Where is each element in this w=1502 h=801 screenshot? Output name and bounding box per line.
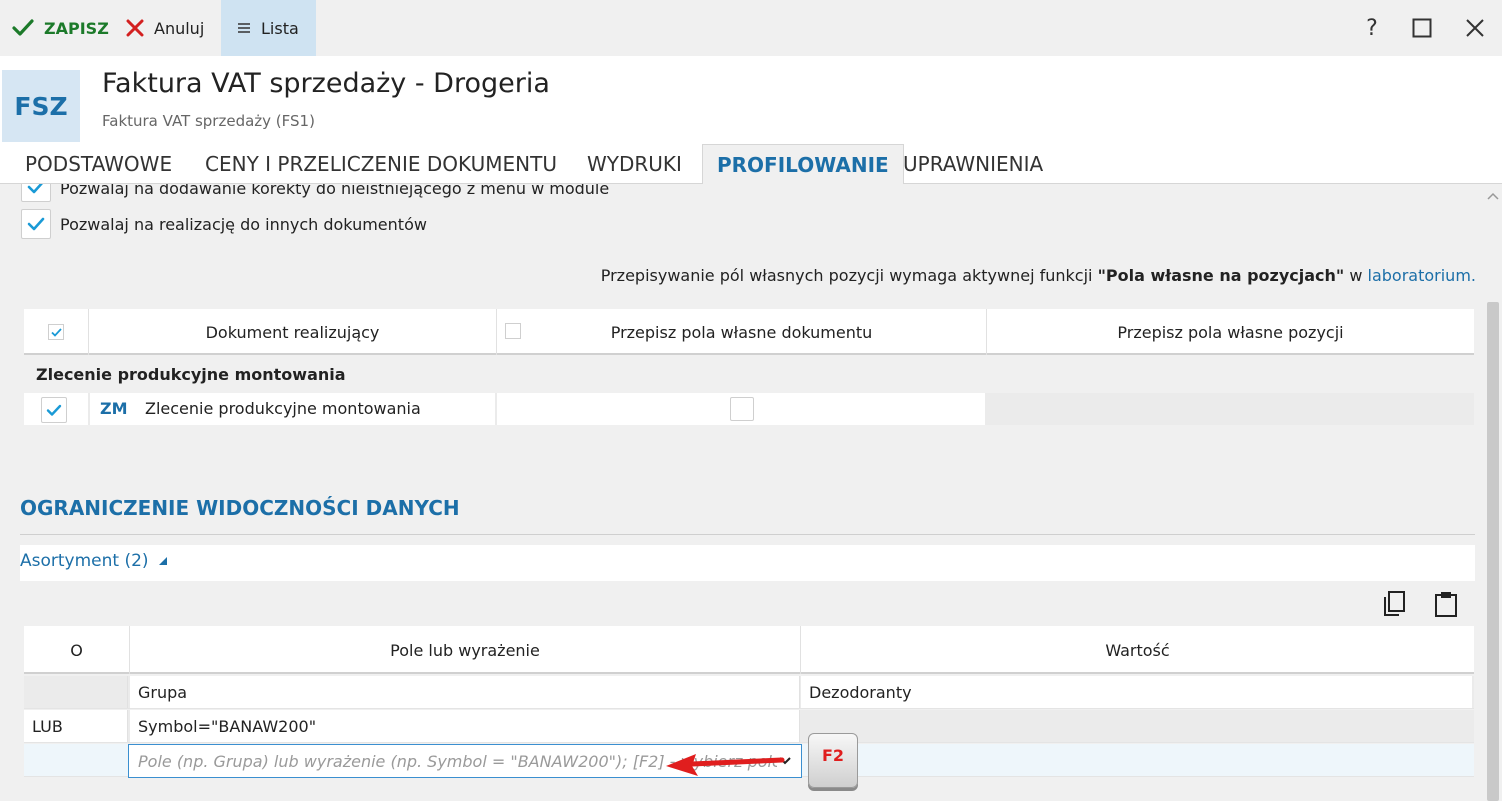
check-icon <box>50 327 62 337</box>
help-button[interactable]: ? <box>1358 14 1386 42</box>
select-all-cell <box>24 309 89 355</box>
option-label-correction: Pozwalaj na dodawanie korekty do nieistn… <box>60 184 610 198</box>
f2-key-label: F2 <box>821 746 845 765</box>
row-doc-fields-checkbox[interactable] <box>730 397 754 421</box>
list-label: Lista <box>261 18 299 38</box>
option-label-realization: Pozwalaj na realizację do innych dokumen… <box>60 215 427 234</box>
visibility-grid-header: O Pole lub wyrażenie Wartość <box>24 626 1474 674</box>
check-icon <box>46 404 62 416</box>
table-row[interactable]: LUB Symbol="BANAW200" <box>24 710 1474 743</box>
profilowanie-panel: Pozwalaj na dodawanie korekty do nieistn… <box>0 184 1484 801</box>
tab-profilowanie[interactable]: PROFILOWANIE <box>702 144 904 185</box>
column-header-field[interactable]: Pole lub wyrażenie <box>130 626 801 674</box>
tab-uprawnienia[interactable]: UPRAWNIENIA <box>903 144 1043 184</box>
copy-button[interactable] <box>1378 588 1410 620</box>
row-operator: LUB <box>24 710 128 742</box>
tab-bar: PODSTAWOWE CENY I PRZELICZENIE DOKUMENTU… <box>0 144 1502 185</box>
info-note: Przepisywanie pól własnych pozycji wymag… <box>601 266 1476 285</box>
close-window-button[interactable] <box>1461 14 1489 42</box>
row-field[interactable]: Grupa <box>130 676 800 708</box>
row-value[interactable] <box>801 710 1472 742</box>
info-bold: "Pola własne na pozycjach" <box>1097 266 1345 285</box>
info-prefix: Przepisywanie pól własnych pozycji wymag… <box>600 266 1098 285</box>
option-checkbox-realization[interactable] <box>21 209 51 239</box>
column-header-doc-fields-label: Przepisz pola własne dokumentu <box>610 322 873 342</box>
cancel-button[interactable]: Anuluj <box>126 0 204 56</box>
row-code: ZM <box>100 399 128 418</box>
table-row[interactable]: ZM Zlecenie produkcyjne montowania <box>24 393 1474 425</box>
column-header-doc-fields[interactable]: Przepisz pola własne dokumentu <box>497 309 987 355</box>
row-field[interactable]: Symbol="BANAW200" <box>130 710 800 742</box>
page-title: Faktura VAT sprzedaży - Drogeria <box>102 68 550 99</box>
laboratorium-link[interactable]: laboratorium. <box>1368 266 1476 285</box>
tab-wydruki[interactable]: WYDRUKI <box>587 144 682 184</box>
row-operator <box>24 676 128 708</box>
column-header-value[interactable]: Wartość <box>801 626 1474 674</box>
vertical-scrollbar[interactable] <box>1484 184 1502 801</box>
page-subtitle: Faktura VAT sprzedaży (FS1) <box>102 112 315 130</box>
option-checkbox-correction[interactable] <box>21 184 51 202</box>
group-label: Zlecenie produkcyjne montowania <box>36 365 346 384</box>
cancel-label: Anuluj <box>154 18 205 38</box>
maximize-button[interactable] <box>1408 14 1436 42</box>
check-icon <box>27 217 45 231</box>
clipboard-icon <box>1435 592 1457 617</box>
row-select-checkbox[interactable] <box>41 397 67 423</box>
asortyment-label: Asortyment (2) <box>20 551 149 571</box>
save-label: ZAPISZ <box>44 18 109 38</box>
doc-fields-select-all-checkbox[interactable] <box>505 323 521 339</box>
info-middle: w <box>1344 266 1368 285</box>
close-icon <box>126 19 144 37</box>
caret-up-icon <box>158 557 167 565</box>
column-header-document[interactable]: Dokument realizujący <box>89 309 497 355</box>
close-window-icon <box>1466 19 1484 37</box>
select-all-checkbox[interactable] <box>48 324 64 340</box>
red-arrow-icon <box>666 754 785 776</box>
asortyment-link[interactable]: Asortyment (2) <box>20 551 168 571</box>
document-type-badge: FSZ <box>2 70 80 142</box>
scroll-up-icon[interactable] <box>1487 192 1499 202</box>
check-icon <box>12 19 34 37</box>
tab-podstawowe[interactable]: PODSTAWOWE <box>25 144 172 184</box>
section-title: OGRANICZENIE WIDOCZNOŚCI DANYCH <box>20 496 460 520</box>
tab-ceny[interactable]: CENY I PRZELICZENIE DOKUMENTU <box>205 144 557 184</box>
realization-grid-header: Dokument realizujący Przepisz pola własn… <box>24 309 1474 355</box>
maximize-icon <box>1412 18 1432 38</box>
menu-icon <box>237 22 251 34</box>
copy-icon <box>1384 591 1405 616</box>
column-header-operator[interactable]: O <box>24 626 130 674</box>
f2-key-hint: F2 <box>808 733 858 788</box>
toolbar: ZAPISZ Anuluj Lista ? <box>0 0 1502 56</box>
list-button[interactable]: Lista <box>221 0 316 56</box>
save-button[interactable]: ZAPISZ <box>12 0 109 56</box>
paste-button[interactable] <box>1430 588 1462 620</box>
row-name: Zlecenie produkcyjne montowania <box>145 399 421 418</box>
asortyment-bar: Asortyment (2) <box>20 545 1475 581</box>
check-icon <box>27 184 43 194</box>
table-row[interactable]: Grupa Dezodoranty <box>24 676 1474 709</box>
document-header: FSZ Faktura VAT sprzedaży - Drogeria Fak… <box>0 56 1502 144</box>
scroll-thumb[interactable] <box>1487 302 1499 801</box>
section-divider <box>20 534 1475 535</box>
column-header-item-fields[interactable]: Przepisz pola własne pozycji <box>987 309 1474 355</box>
help-label: ? <box>1366 15 1378 41</box>
row-value[interactable]: Dezodoranty <box>801 676 1472 708</box>
